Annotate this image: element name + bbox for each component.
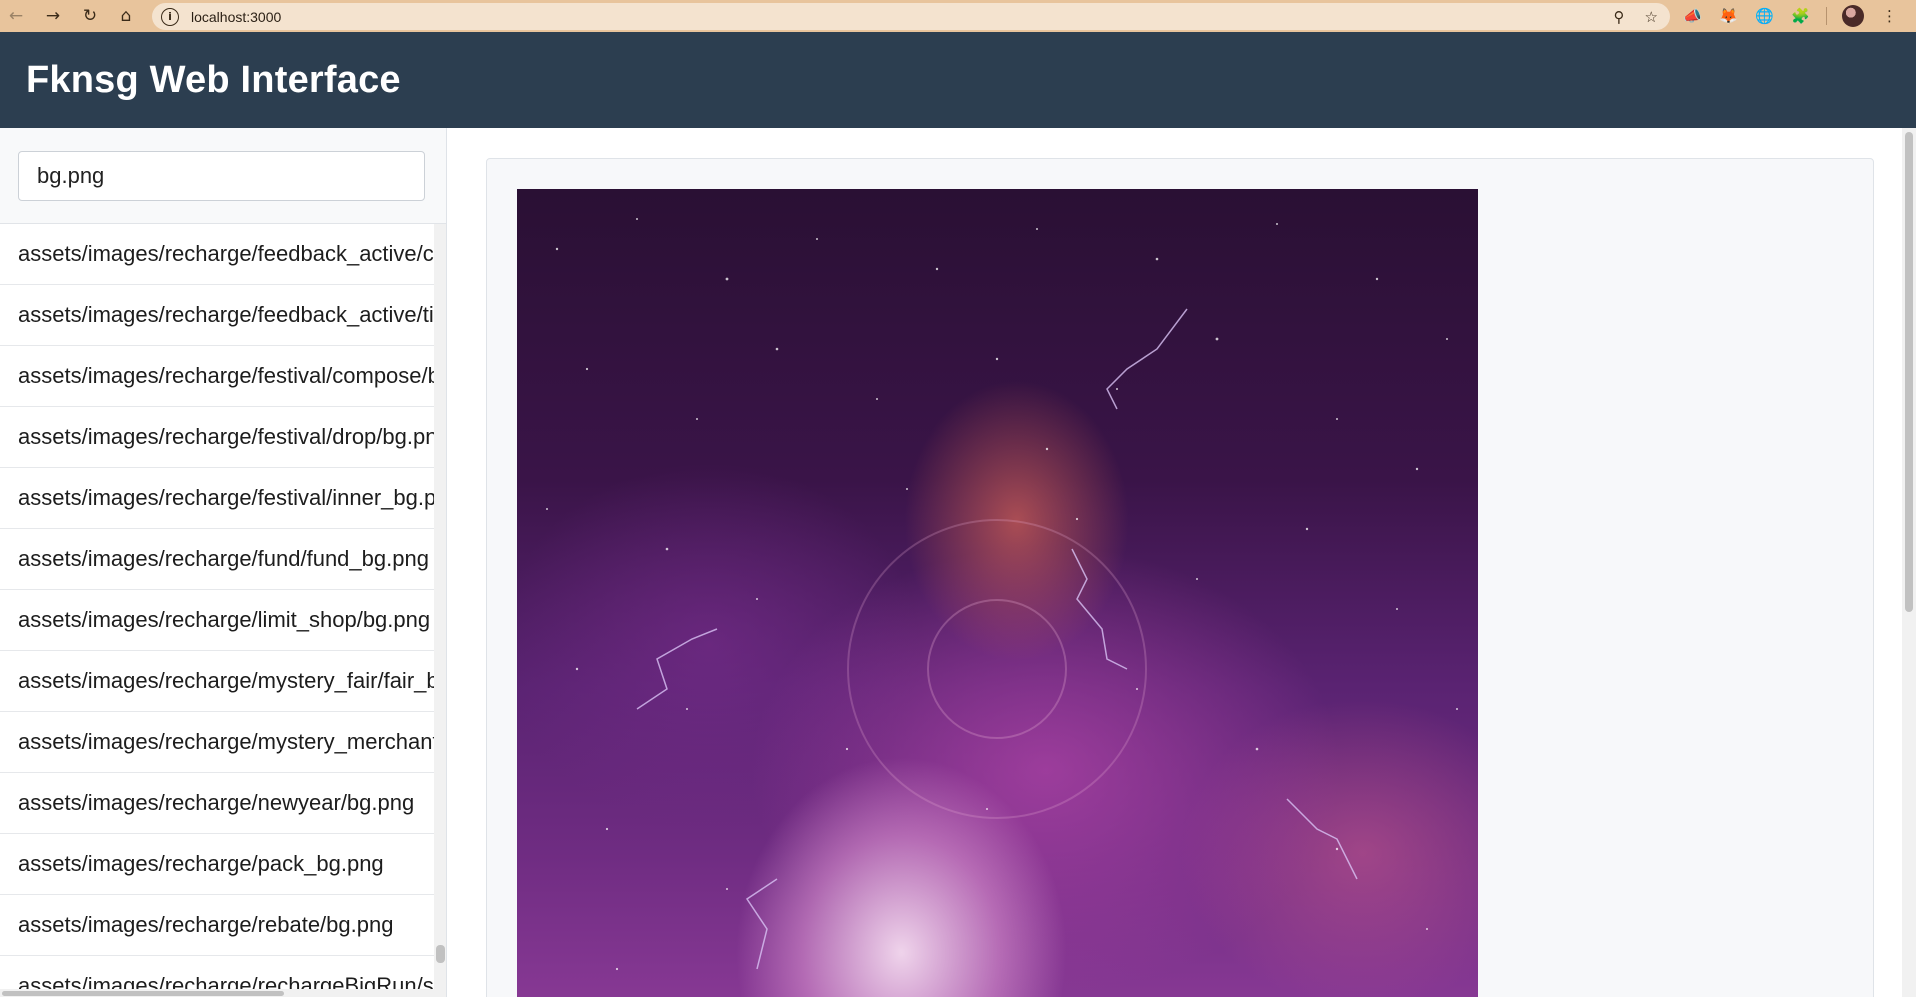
file-list-scroll-thumb[interactable] — [436, 945, 445, 963]
file-list-hscroll-thumb[interactable] — [2, 991, 284, 996]
zoom-icon[interactable]: ⚲ — [1614, 8, 1625, 26]
image-preview-card — [486, 158, 1874, 997]
app-title: Fknsg Web Interface — [26, 58, 401, 101]
page-scroll-thumb[interactable] — [1905, 132, 1913, 612]
file-list-item[interactable]: assets/images/recharge/newyear/bg.png — [0, 773, 434, 834]
puzzle-extensions-icon[interactable]: 🧩 — [1790, 6, 1811, 27]
file-list-item[interactable]: assets/images/recharge/limit_shop/bg.png — [0, 590, 434, 651]
search-input[interactable] — [18, 151, 425, 201]
file-list[interactable]: assets/images/recharge/feedback_active/c… — [0, 224, 434, 989]
preview-pane — [448, 128, 1902, 997]
search-area — [0, 128, 446, 224]
file-list-item[interactable]: assets/images/recharge/feedback_active/c… — [0, 224, 434, 285]
file-list-item[interactable]: assets/images/recharge/rebate/bg.png — [0, 895, 434, 956]
profile-avatar[interactable] — [1842, 5, 1864, 27]
file-list-item[interactable]: assets/images/recharge/mystery_merchant/… — [0, 712, 434, 773]
file-list-item[interactable]: assets/images/recharge/festival/inner_bg… — [0, 468, 434, 529]
site-info-icon[interactable]: i — [161, 7, 179, 26]
browser-menu-icon[interactable]: ⋮ — [1879, 6, 1900, 27]
file-list-scrollbar[interactable] — [434, 224, 446, 989]
address-url[interactable]: localhost:3000 — [191, 9, 281, 25]
fox-extension-icon[interactable]: 🦊 — [1718, 6, 1739, 27]
file-list-item[interactable]: assets/images/recharge/festival/compose/… — [0, 346, 434, 407]
browser-toolbar: ← → ↻ ⌂ i localhost:3000 ⚲ ☆ 📣 🦊 🌐 🧩 ⋮ — [0, 0, 1916, 32]
file-list-item[interactable]: assets/images/recharge/mystery_fair/fair… — [0, 651, 434, 712]
forward-icon[interactable]: → — [37, 0, 69, 32]
file-list-item[interactable]: assets/images/recharge/pack_bg.png — [0, 834, 434, 895]
file-list-item[interactable]: assets/images/recharge/feedback_active/t… — [0, 285, 434, 346]
file-list-item[interactable]: assets/images/recharge/rechargeBigRun/st… — [0, 956, 434, 989]
globe-extension-icon[interactable]: 🌐 — [1754, 6, 1775, 27]
file-list-item[interactable]: assets/images/recharge/festival/drop/bg.… — [0, 407, 434, 468]
toolbar-divider — [1826, 7, 1827, 25]
file-sidebar: assets/images/recharge/feedback_active/c… — [0, 128, 447, 997]
nebula-inner-ring — [927, 599, 1067, 739]
home-icon[interactable]: ⌂ — [110, 0, 142, 32]
bookmark-star-icon[interactable]: ☆ — [1645, 8, 1658, 26]
app-header: Fknsg Web Interface — [0, 32, 1916, 128]
preview-image — [517, 189, 1478, 997]
back-icon[interactable]: ← — [0, 0, 32, 32]
file-list-item[interactable]: assets/images/recharge/fund/fund_bg.png — [0, 529, 434, 590]
extensions-area: 📣 🦊 🌐 🧩 ⋮ — [1682, 0, 1900, 32]
reload-icon[interactable]: ↻ — [74, 0, 106, 32]
address-bar[interactable]: i localhost:3000 ⚲ ☆ — [152, 3, 1670, 30]
megaphone-extension-icon[interactable]: 📣 — [1682, 6, 1703, 27]
